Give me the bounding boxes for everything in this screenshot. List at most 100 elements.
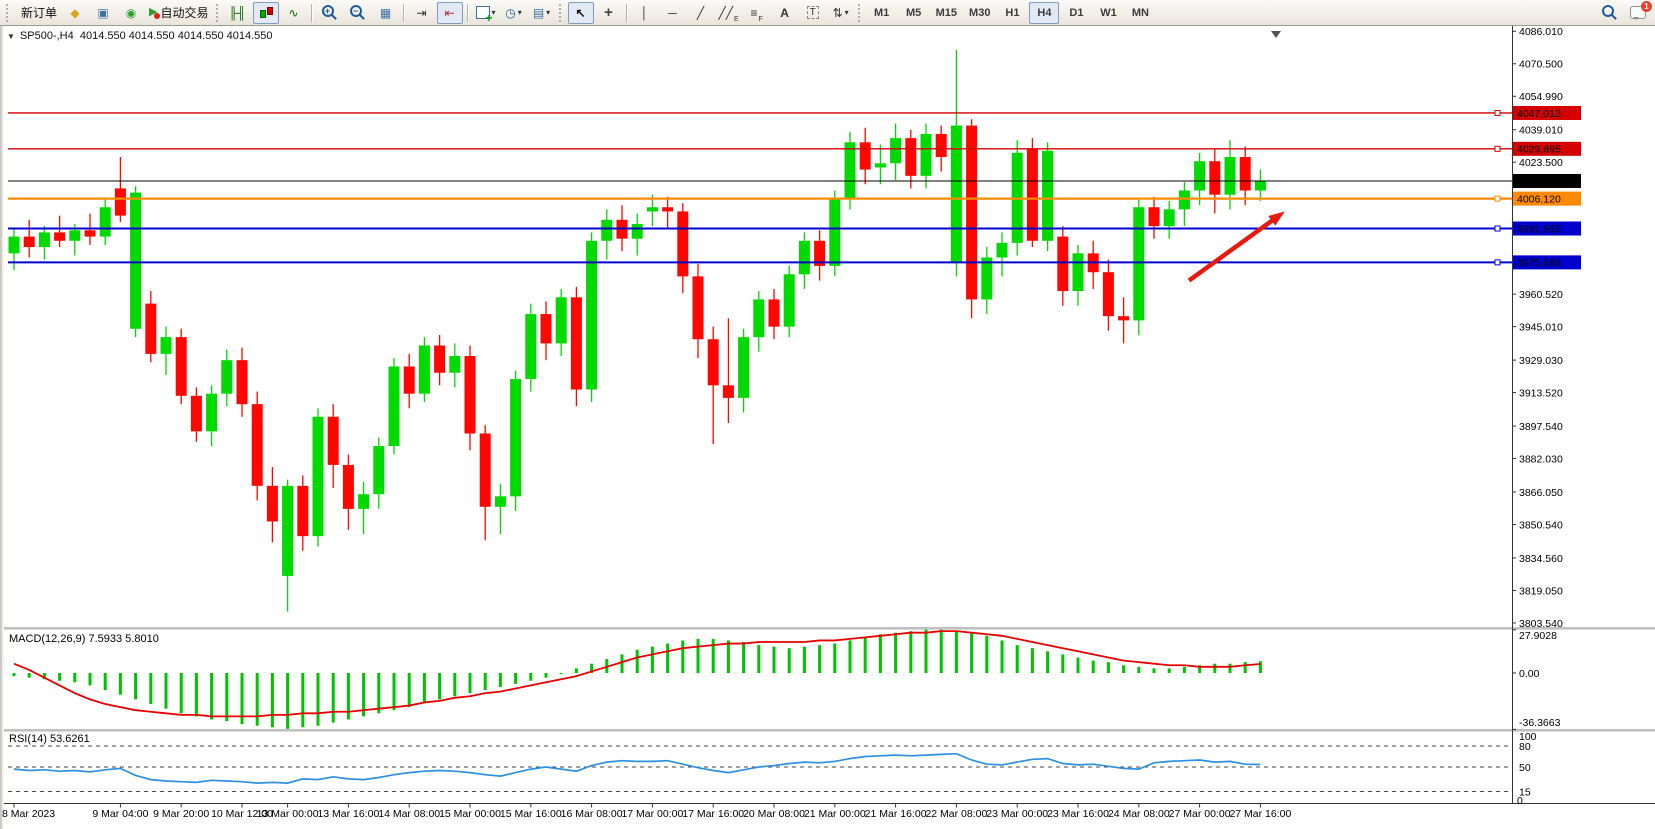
candle-body [1179,191,1190,210]
auto-trading-button[interactable]: ▶自动交易 [146,2,211,24]
date-label: 23 Mar 00:00 [986,808,1048,820]
macd-scale-label: 27.9028 [1519,630,1557,642]
periods-button-caret[interactable]: ▾ [518,8,522,17]
arrows-button[interactable]: ⇅▾ [828,2,854,24]
macd-histogram-bar [712,639,715,673]
cursor-button[interactable]: ↖ [568,2,594,24]
price-tick-label: 3913.520 [1519,387,1563,399]
toolbar-sep-4 [626,4,628,22]
horizontal-line-icon: ─ [668,7,677,19]
date-label: 9 Mar 20:00 [153,808,209,820]
macd-histogram-bar [484,673,487,690]
macd-histogram-bar [165,673,168,709]
horizontal-line-button[interactable]: ─ [660,2,686,24]
tile-windows-button[interactable]: ▦ [373,2,399,24]
text-button[interactable]: A [772,2,798,24]
candle-body [571,297,582,389]
equidistant-channel-button[interactable]: ╱╱E [716,2,742,24]
macd-histogram-bar [1107,662,1110,673]
new-chart-button[interactable]: +▾ [473,2,499,24]
date-label: 15 Mar 16:00 [500,808,562,820]
timeframe-m1-button[interactable]: M1 [867,2,897,24]
candle-body [905,138,916,176]
timeframe-m5-button[interactable]: M5 [899,2,929,24]
text-label-icon: T [807,6,819,19]
main-toolbar: 新订单◆▣◉▶自动交易╟╢∿+−▦⇥⇤+▾◷▾▤▾↖+│─╱╱╱E≡FAT⇅▾M… [0,0,1655,26]
fibonacci-button[interactable]: ≡F [744,2,770,24]
arrows-button-caret[interactable]: ▾ [845,8,849,17]
zoom-out-button[interactable]: − [345,2,371,24]
line-handle[interactable] [1495,226,1500,231]
search-icon [1602,5,1614,17]
chat-bubble-icon: 1 [1630,6,1646,19]
macd-histogram-bar [727,640,730,673]
line-handle[interactable] [1495,196,1500,201]
templates-icon: ▤ [533,7,544,19]
macd-histogram-bar [621,654,624,673]
notifications-button[interactable]: 1 [1625,2,1651,24]
macd-histogram-bar [833,644,836,673]
new-order-button[interactable]: 新订单 [15,2,60,24]
price-tick-label: 3866.050 [1519,487,1563,499]
candle-body [54,232,65,240]
bar-chart-button[interactable]: ╟╢ [225,2,251,24]
level-price-label: 3975.688 [1517,257,1561,269]
timeframe-h4-button[interactable]: H4 [1029,2,1059,24]
price-tick-label: 4086.010 [1519,26,1563,38]
chart-window[interactable]: 4047.0134029.8954014.5504006.1203991.855… [0,26,1655,829]
equidistant-channel-button-sub: E [734,16,739,23]
periods-button[interactable]: ◷▾ [501,2,527,24]
text-label-button[interactable]: T [800,2,826,24]
zoom-in-button[interactable]: + [317,2,343,24]
zoom-out-icon: − [350,5,362,17]
line-handle[interactable] [1495,146,1500,151]
trendline-button[interactable]: ╱ [688,2,714,24]
templates-button[interactable]: ▤▾ [529,2,555,24]
candle-body [601,220,612,241]
timeframe-h1-button[interactable]: H1 [997,2,1027,24]
rsi-indicator-label: RSI(14) 53.6261 [9,733,90,745]
date-label: 16 Mar 08:00 [561,808,623,820]
line-handle[interactable] [1495,110,1500,115]
timeframe-m15-button[interactable]: M15 [931,2,962,24]
candlestick-chart-button[interactable] [253,2,279,24]
market-watch-button[interactable]: ◆ [62,2,88,24]
candle-body [328,417,339,465]
search-button[interactable] [1597,2,1623,24]
signals-button[interactable]: ◉ [118,2,144,24]
macd-histogram-bar [1168,668,1171,673]
chart-title: SP500-,H4 4014.550 4014.550 4014.550 401… [20,30,273,42]
macd-histogram-bar [985,636,988,673]
candle-body [647,207,658,211]
line-chart-button[interactable]: ∿ [281,2,307,24]
virtual-hosting-button[interactable]: ▣ [90,2,116,24]
date-label: 20 Mar 08:00 [743,808,805,820]
chart-background[interactable] [0,26,1655,829]
timeframe-m30-button[interactable]: M30 [964,2,995,24]
macd-histogram-bar [1137,667,1140,673]
candle-body [130,193,141,329]
chart-menu-icon[interactable]: ▼ [7,32,15,41]
macd-histogram-bar [134,673,137,699]
timeframe-mn-button[interactable]: MN [1125,2,1155,24]
auto-scroll-button[interactable]: ⇥ [409,2,435,24]
crosshair-button[interactable]: + [596,2,622,24]
timeframe-d1-button[interactable]: D1 [1061,2,1091,24]
candle-body [845,142,856,199]
templates-button-caret[interactable]: ▾ [546,8,550,17]
chart-shift-icon: ⇤ [444,7,454,19]
macd-histogram-bar [1016,645,1019,673]
macd-histogram-bar [1244,662,1247,673]
candle-body [69,230,80,240]
macd-histogram-bar [1259,661,1262,673]
toolbar-grip-3 [559,4,564,22]
macd-histogram-bar [469,673,472,693]
line-handle[interactable] [1495,260,1500,265]
price-tick-label: 3945.010 [1519,321,1563,333]
candle-body [267,486,278,522]
vertical-line-button[interactable]: │ [632,2,658,24]
macd-histogram-bar [13,673,16,676]
timeframe-w1-button[interactable]: W1 [1093,2,1123,24]
macd-histogram-bar [742,642,745,673]
chart-shift-button[interactable]: ⇤ [437,2,463,24]
